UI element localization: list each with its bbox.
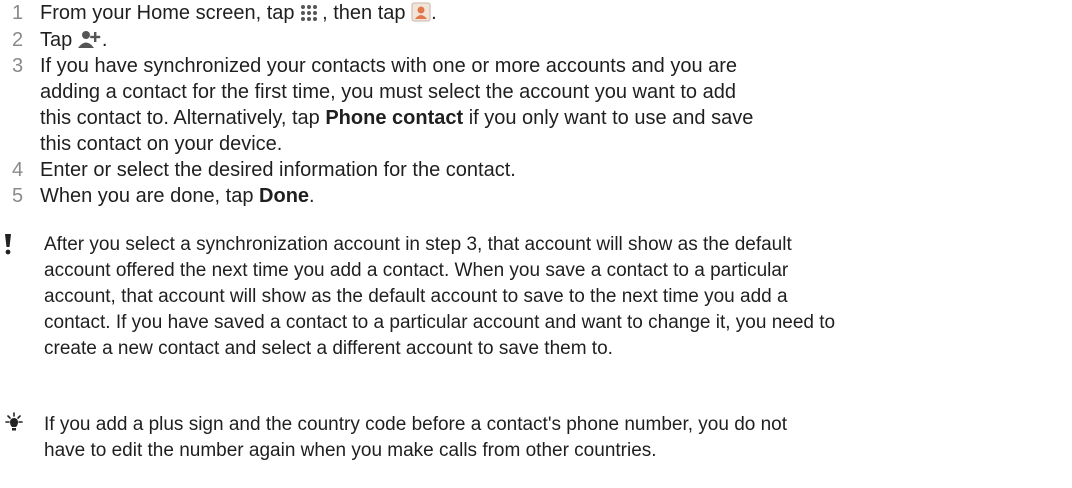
done-label: Done [259,185,310,207]
step-text: Enter or select the desired information … [40,159,516,181]
note-line: have to edit the number again when you m… [44,440,657,461]
step-2: 2 Tap . [0,27,1072,53]
step-number: 3 [12,55,24,77]
step-text-part: , then tap [322,2,412,24]
step-line: this contact to. Alternatively, tap Phon… [40,105,1040,131]
step-text-part: . [431,2,437,24]
important-note: After you select a synchronization accou… [0,232,1072,362]
step-text-part: if you only want to use and save [463,107,754,129]
note-line: account offered the next time you add a … [44,260,789,281]
step-text-part: Tap [40,29,78,51]
step-number: 5 [12,185,24,207]
step-text: Tap . [40,27,1040,56]
step-text: If you have synchronized your contacts w… [40,53,1040,157]
step-text-part: When you are done, tap [40,185,260,207]
important-note-text: After you select a synchronization accou… [44,232,1054,362]
step-3: 3 If you have synchronized your contacts… [0,53,1072,157]
step-number: 4 [12,159,24,181]
step-text: From your Home screen, tap , then tap . [40,0,1040,29]
step-text-part: From your Home screen, tap [40,2,301,24]
step-1: 1 From your Home screen, tap , then tap … [0,0,1072,26]
step-text-part: this contact to. Alternatively, tap [40,107,326,129]
exclamation-icon [0,232,36,258]
add-contact-icon [77,29,102,56]
step-text: When you are done, tap Done. [40,183,1040,209]
app-grid-icon [300,3,322,29]
tip-note-text: If you add a plus sign and the country c… [44,412,1054,464]
step-text-part: . [309,185,315,207]
note-line: create a new contact and select a differ… [44,338,613,359]
step-text-part: . [101,29,108,51]
step-line: this contact on your device. [40,133,283,155]
step-number: 2 [12,29,24,51]
phone-contact-label: Phone contact [325,107,464,129]
note-line: After you select a synchronization accou… [44,234,792,255]
note-line: account, that account will show as the d… [44,286,788,307]
instructions-page: 1 From your Home screen, tap , then tap … [0,0,1072,488]
step-5: 5 When you are done, tap Done. [0,183,1072,209]
step-4: 4 Enter or select the desired informatio… [0,157,1072,183]
note-line: If you add a plus sign and the country c… [44,414,788,435]
contacts-app-icon [411,2,431,29]
step-number: 1 [12,2,24,24]
tip-note: If you add a plus sign and the country c… [0,412,1072,464]
lightbulb-icon [0,412,36,438]
step-line: adding a contact for the first time, you… [40,81,736,103]
note-line: contact. If you have saved a contact to … [44,312,836,333]
step-line: If you have synchronized your contacts w… [40,55,738,77]
